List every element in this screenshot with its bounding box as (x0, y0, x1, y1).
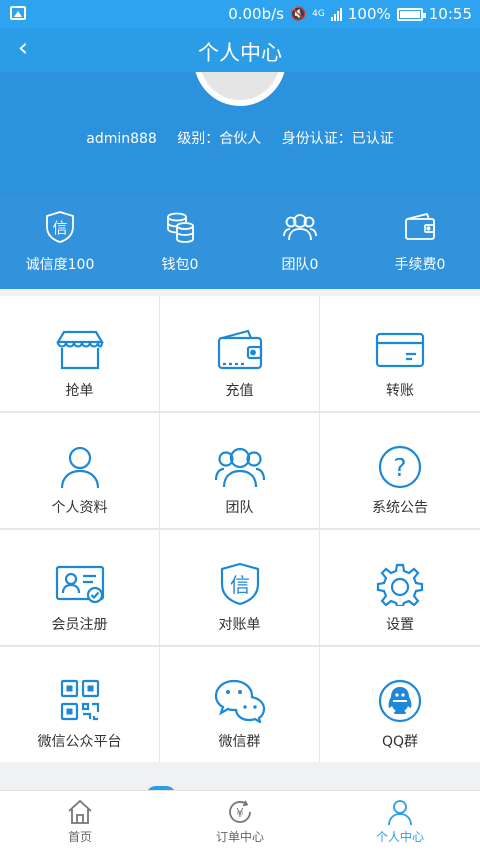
menu-announcement[interactable]: ? 系统公告 (320, 413, 480, 528)
tab-label: 订单中心 (215, 830, 264, 844)
menu-profile[interactable]: 个人资料 (0, 413, 159, 528)
menu-label: 充值 (225, 383, 254, 399)
battery-icon (396, 7, 426, 21)
avatar[interactable] (194, 72, 286, 106)
svg-text:¥: ¥ (236, 806, 244, 820)
menu-statement[interactable]: 信 对账单 (160, 530, 319, 645)
stat-team[interactable]: 团队0 (240, 194, 360, 289)
divider (0, 764, 480, 776)
credit-shield-icon: 信 (46, 211, 74, 243)
qr-code-icon (60, 679, 99, 721)
wechat-icon (214, 679, 265, 723)
stat-credit[interactable]: 信 诚信度100 (0, 194, 120, 289)
menu-label: 系统公告 (372, 500, 428, 516)
tab-orders[interactable]: ¥ 订单中心 (160, 791, 320, 853)
menu-label: 设置 (386, 617, 414, 633)
yuan-order-icon: ¥ (229, 800, 251, 823)
stat-label: 手续费0 (394, 257, 446, 273)
stat-fee[interactable]: 手续费0 (360, 194, 480, 289)
username: admin888 (86, 131, 157, 147)
stat-label: 钱包0 (161, 257, 199, 273)
team-icon (214, 447, 265, 488)
menu-grab-order[interactable]: 抢单 (0, 296, 159, 411)
battery-percent: 100% (347, 5, 391, 23)
menu-label: 抢单 (65, 383, 94, 399)
id-card-icon (55, 565, 104, 604)
network-speed: 0.00b/s (228, 5, 284, 23)
tab-profile[interactable]: 个人中心 (320, 791, 480, 853)
menu-label: 微信公众平台 (37, 734, 122, 750)
bottom-tab-bar: 首页 ¥ 订单中心 个人中心 (0, 790, 480, 853)
svg-text:?: ? (393, 453, 406, 482)
menu-qq-group[interactable]: QQ群 (320, 647, 480, 762)
network-type: 4G (312, 8, 325, 19)
team-icon (283, 214, 317, 241)
clock: 10:55 (428, 5, 472, 23)
nav-bar: ‹ 个人中心 (0, 28, 480, 72)
tab-label: 首页 (67, 830, 92, 844)
menu-settings[interactable]: 设置 (320, 530, 480, 645)
menu-label: QQ群 (381, 734, 419, 750)
user-icon (388, 800, 412, 826)
stat-wallet[interactable]: 钱包0 (120, 194, 240, 289)
card-icon (375, 332, 425, 368)
stat-label: 诚信度100 (25, 257, 95, 273)
signal-icon (330, 7, 342, 21)
mute-icon: 🔇 (289, 6, 307, 22)
menu-team[interactable]: 团队 (160, 413, 319, 528)
stats-row: 信 诚信度100 钱包0 团队0 手续费0 (0, 194, 480, 289)
menu-grid: 抢单 充值 转账 个人资料 团队 ? 系统公告 会员注册 信 对账单 设置 微信… (0, 296, 480, 762)
status-bar: 0.00b/s 🔇 4G 100% 10:55 (0, 0, 480, 28)
menu-label: 对账单 (218, 617, 261, 633)
menu-transfer[interactable]: 转账 (320, 296, 480, 411)
qq-icon (378, 679, 422, 723)
menu-wechat-group[interactable]: 微信群 (160, 647, 319, 762)
verification-status: 身份认证：已认证 (281, 131, 394, 147)
wallet-icon (405, 212, 435, 240)
tab-label: 个人中心 (375, 830, 424, 844)
stat-label: 团队0 (281, 257, 319, 273)
menu-label: 会员注册 (51, 617, 108, 633)
shop-icon (55, 330, 104, 370)
menu-label: 个人资料 (51, 500, 108, 516)
svg-text:信: 信 (52, 219, 67, 237)
menu-wechat-official[interactable]: 微信公众平台 (0, 647, 159, 762)
menu-label: 转账 (386, 383, 414, 399)
menu-register[interactable]: 会员注册 (0, 530, 159, 645)
question-icon: ? (378, 445, 422, 489)
page-title: 个人中心 (198, 41, 282, 65)
profile-header: admin888 级别：合伙人 身份认证：已认证 (0, 72, 480, 194)
wallet-icon (217, 329, 262, 370)
tab-home[interactable]: 首页 (0, 791, 160, 853)
menu-label: 微信群 (218, 734, 261, 750)
menu-label: 团队 (225, 500, 254, 516)
user-icon (60, 446, 99, 489)
menu-recharge[interactable]: 充值 (160, 296, 319, 411)
svg-text:信: 信 (230, 573, 250, 597)
credit-shield-icon: 信 (220, 562, 259, 606)
user-level: 级别：合伙人 (177, 131, 262, 147)
gallery-notification-icon (10, 6, 26, 20)
gear-icon (376, 563, 424, 606)
coins-icon (167, 212, 194, 243)
home-icon (68, 799, 92, 824)
